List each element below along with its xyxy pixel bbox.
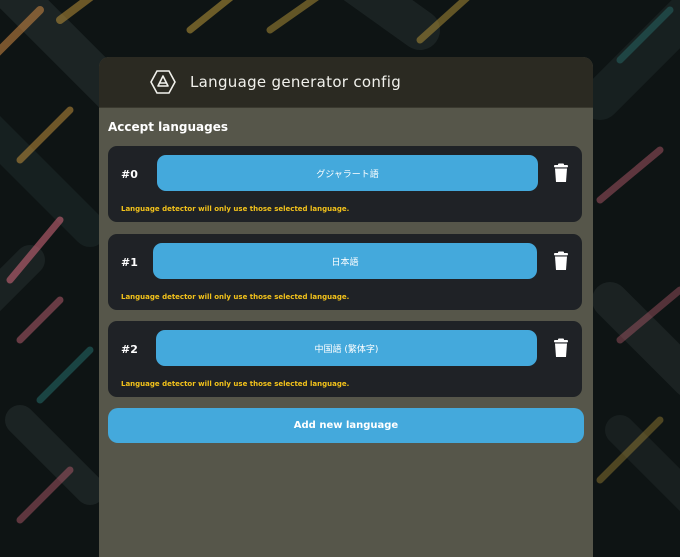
language-index: #1	[121, 256, 138, 269]
language-card: #2 中国語 (繁体字) Language detector will only…	[108, 321, 582, 397]
trash-icon[interactable]	[552, 338, 570, 358]
language-index: #2	[121, 343, 138, 356]
language-hint: Language detector will only use those se…	[121, 205, 350, 213]
panel-header: Language generator config	[99, 57, 593, 108]
triangle-logo-icon	[149, 68, 177, 96]
language-select-button[interactable]: 日本語	[153, 243, 537, 279]
language-card: #1 日本語 Language detector will only use t…	[108, 234, 582, 310]
language-hint: Language detector will only use those se…	[121, 380, 350, 388]
add-language-button[interactable]: Add new language	[108, 408, 584, 443]
trash-icon[interactable]	[552, 251, 570, 271]
language-select-button[interactable]: グジャラート語	[157, 155, 538, 191]
config-panel: Language generator config Accept languag…	[99, 57, 593, 557]
trash-icon[interactable]	[552, 163, 570, 183]
section-title: Accept languages	[108, 120, 229, 134]
language-index: #0	[121, 168, 138, 181]
language-hint: Language detector will only use those se…	[121, 293, 350, 301]
panel-title: Language generator config	[190, 73, 402, 91]
language-select-button[interactable]: 中国語 (繁体字)	[156, 330, 537, 366]
language-card: #0 グジャラート語 Language detector will only u…	[108, 146, 582, 222]
